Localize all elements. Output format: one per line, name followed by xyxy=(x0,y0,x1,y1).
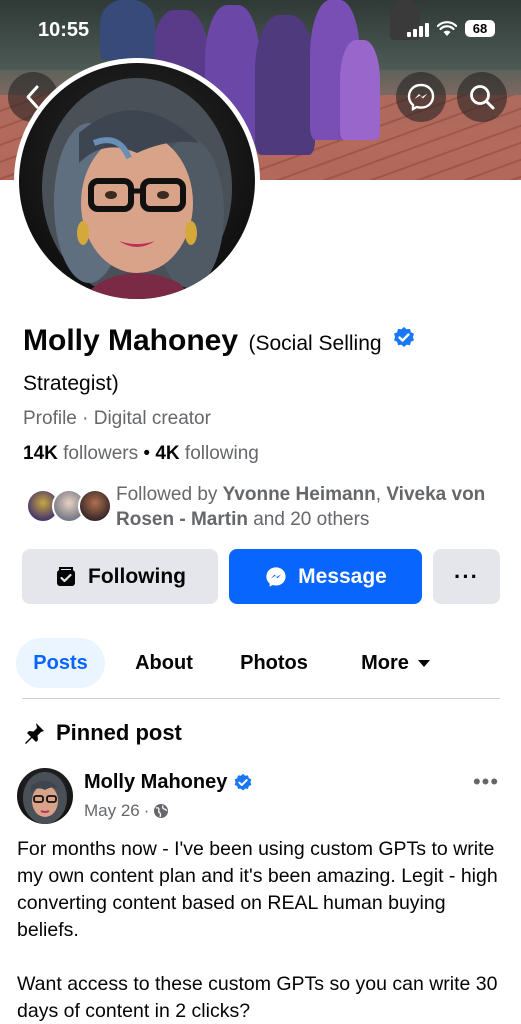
globe-icon xyxy=(154,804,169,818)
tab-photos-label: Photos xyxy=(240,651,308,674)
more-options-button[interactable]: ··· xyxy=(433,549,500,604)
caret-down-icon xyxy=(417,660,430,667)
mutual-followers-text: Followed by Yvonne Heimann, Viveka von R… xyxy=(116,482,506,532)
messenger-icon xyxy=(407,83,435,111)
cellular-signal-icon xyxy=(407,21,429,37)
followers-label[interactable]: followers xyxy=(63,443,138,464)
mutual-prefix: Followed by xyxy=(116,484,223,505)
status-time: 10:55 xyxy=(38,19,90,41)
following-button[interactable]: Following xyxy=(22,549,218,604)
profile-stats: 14K followers • 4K following xyxy=(23,443,259,465)
search-icon xyxy=(470,85,495,110)
status-bar: 10:55 68 xyxy=(0,14,521,44)
profile-portrait-illustration xyxy=(42,78,232,299)
mutual-name-1[interactable]: Yvonne Heimann xyxy=(223,484,376,505)
status-icons: 68 xyxy=(407,20,495,37)
pinned-post-header: Pinned post xyxy=(22,720,182,746)
mutual-avatars xyxy=(26,489,112,523)
post-author[interactable]: Molly Mahoney xyxy=(84,771,253,794)
profile-name: Molly Mahoney xyxy=(23,324,239,357)
profile-name-suffix-2: Strategist) xyxy=(23,372,119,396)
post-options-icon: ••• xyxy=(472,769,500,794)
verified-badge-icon xyxy=(235,773,252,790)
message-button-label: Message xyxy=(298,564,387,588)
messenger-button[interactable] xyxy=(396,72,446,122)
mutual-comma: , xyxy=(375,484,387,505)
tab-posts-label: Posts xyxy=(33,651,88,674)
message-button[interactable]: Message xyxy=(229,549,422,604)
verified-badge-icon xyxy=(392,326,416,365)
post-date-separator: · xyxy=(143,801,150,820)
following-button-label: Following xyxy=(88,564,186,588)
profile-avatar[interactable] xyxy=(14,58,260,304)
tab-about-label: About xyxy=(135,651,193,674)
post-author-name[interactable]: Molly Mahoney xyxy=(84,771,227,794)
search-button[interactable] xyxy=(457,72,507,122)
tab-about[interactable]: About xyxy=(120,638,208,688)
mutual-avatar xyxy=(78,489,112,523)
post-paragraph: Want access to these custom GPTs so you … xyxy=(17,973,498,1022)
post-author-avatar[interactable] xyxy=(17,768,73,824)
post-paragraph: For months now - I've been using custom … xyxy=(17,838,498,941)
stats-separator: • xyxy=(138,443,156,464)
battery-indicator: 68 xyxy=(465,20,495,37)
pinned-post-label: Pinned post xyxy=(56,720,182,745)
post-body: For months now - I've been using custom … xyxy=(17,836,507,1024)
tab-photos[interactable]: Photos xyxy=(224,638,324,688)
tab-more[interactable]: More xyxy=(346,638,446,688)
tab-more-label: More xyxy=(361,651,409,674)
tabs-divider xyxy=(22,698,500,699)
profile-name-block: Molly Mahoney (Social Selling Strategist… xyxy=(23,322,503,405)
post-author-photo xyxy=(23,772,67,824)
messenger-icon xyxy=(266,566,286,587)
following-label[interactable]: following xyxy=(185,443,259,464)
profile-category: Profile · Digital creator xyxy=(23,408,211,429)
mutual-suffix: and 20 others xyxy=(247,509,370,530)
followers-count[interactable]: 14K xyxy=(23,443,58,464)
following-count[interactable]: 4K xyxy=(155,443,179,464)
wifi-icon xyxy=(437,20,457,36)
profile-photo xyxy=(19,63,255,299)
post-options-button[interactable]: ••• xyxy=(471,769,501,794)
tab-posts[interactable]: Posts xyxy=(16,638,105,688)
profile-name-suffix: (Social Selling xyxy=(248,332,382,355)
profile-tabs: Posts About Photos More xyxy=(16,638,500,688)
post-date[interactable]: May 26 xyxy=(84,801,140,821)
following-check-icon xyxy=(57,566,75,586)
pin-icon xyxy=(25,723,44,744)
post-meta: May 26 · xyxy=(84,801,169,821)
cover-person xyxy=(340,40,380,140)
more-options-icon: ··· xyxy=(454,563,479,589)
